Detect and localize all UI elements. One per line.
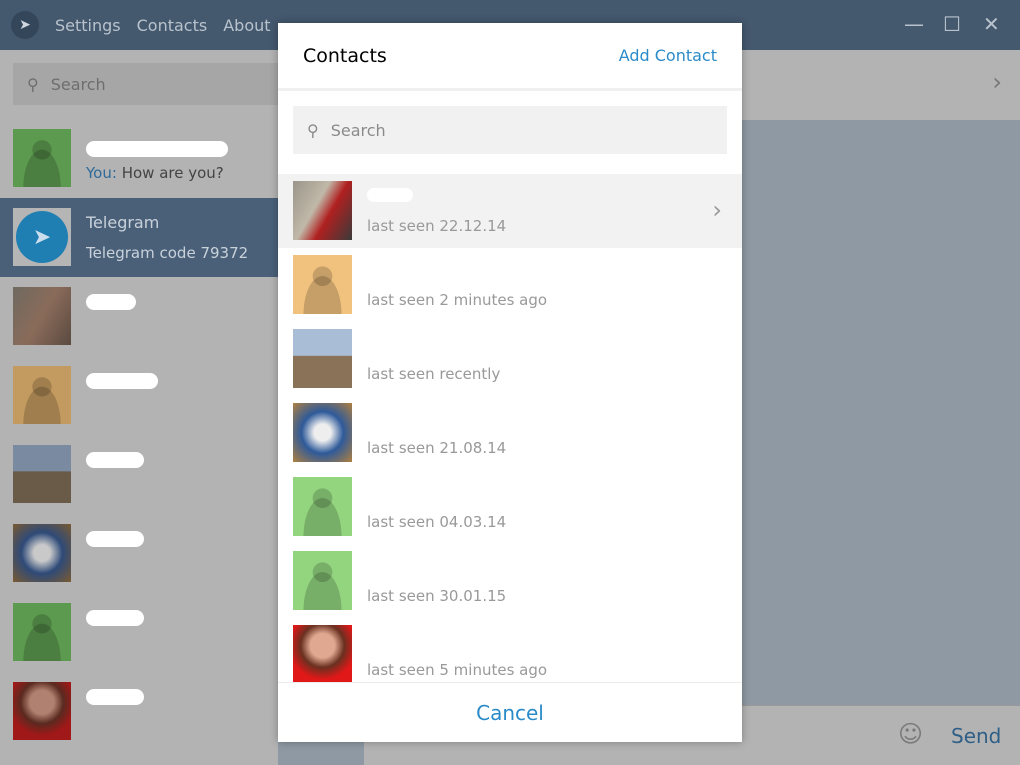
search-icon: ⚲: [307, 120, 319, 140]
contact-row[interactable]: last seen 21.08.14: [278, 396, 742, 470]
chat-item[interactable]: [0, 356, 278, 435]
avatar: [293, 255, 352, 314]
redacted-name: [86, 610, 144, 626]
contact-row[interactable]: last seen 30.01.15: [278, 544, 742, 618]
close-icon[interactable]: ✕: [983, 12, 1000, 36]
redacted-name: [86, 373, 158, 389]
avatar: [293, 477, 352, 536]
avatar: ➤: [13, 208, 71, 266]
dialog-title: Contacts: [303, 44, 387, 67]
avatar: [293, 551, 352, 610]
contacts-list: last seen 22.12.14 › last seen 2 minutes …: [278, 174, 742, 682]
menu-about[interactable]: About: [223, 16, 270, 35]
avatar: [293, 625, 352, 682]
avatar: [293, 329, 352, 388]
redacted-name: [86, 531, 144, 547]
redacted-name: [367, 188, 413, 202]
contact-row[interactable]: last seen 04.03.14: [278, 470, 742, 544]
contact-row[interactable]: last seen 2 minutes ago: [278, 248, 742, 322]
chevron-right-icon[interactable]: ›: [992, 68, 1002, 96]
redacted-name: [86, 294, 136, 310]
contacts-search-input[interactable]: ⚲ Search: [293, 106, 727, 154]
avatar: [293, 403, 352, 462]
contact-row[interactable]: last seen recently: [278, 322, 742, 396]
chat-item[interactable]: [0, 277, 278, 356]
cancel-button[interactable]: Cancel: [278, 682, 742, 742]
avatar: [13, 524, 71, 582]
emoji-icon[interactable]: ☺: [898, 720, 923, 748]
chat-item[interactable]: [0, 435, 278, 514]
telegram-logo-icon[interactable]: ➤: [11, 11, 39, 39]
chat-item[interactable]: [0, 514, 278, 593]
redacted-name: [86, 141, 228, 157]
add-contact-button[interactable]: Add Contact: [619, 46, 717, 65]
menu-contacts[interactable]: Contacts: [137, 16, 208, 35]
chat-item[interactable]: You: How are you?: [0, 119, 278, 198]
avatar: [13, 445, 71, 503]
chat-list: ⚲ Search You: How are you? ➤ Telegram Tel…: [0, 50, 303, 765]
avatar: [13, 366, 71, 424]
contacts-dialog: Contacts Add Contact ⚲ Search last seen 2…: [278, 23, 742, 742]
contact-row[interactable]: last seen 22.12.14 ›: [278, 174, 742, 248]
maximize-icon[interactable]: ☐: [943, 12, 961, 36]
chevron-right-icon[interactable]: ›: [712, 196, 722, 224]
chat-item[interactable]: [0, 672, 278, 751]
send-button[interactable]: Send: [951, 724, 1001, 748]
avatar: [293, 181, 352, 240]
avatar: [13, 287, 71, 345]
redacted-name: [86, 689, 144, 705]
minimize-icon[interactable]: —: [904, 12, 924, 36]
chat-item-telegram[interactable]: ➤ Telegram Telegram code 79372: [0, 198, 278, 277]
search-icon: ⚲: [27, 74, 39, 94]
contact-row[interactable]: last seen 5 minutes ago: [278, 618, 742, 682]
sidebar-search-input[interactable]: ⚲ Search: [13, 63, 303, 105]
avatar: [13, 129, 71, 187]
avatar: [13, 603, 71, 661]
menu-settings[interactable]: Settings: [55, 16, 121, 35]
telegram-logo-icon: ➤: [16, 211, 68, 263]
avatar: [13, 682, 71, 740]
chat-item[interactable]: [0, 593, 278, 672]
redacted-name: [86, 452, 144, 468]
